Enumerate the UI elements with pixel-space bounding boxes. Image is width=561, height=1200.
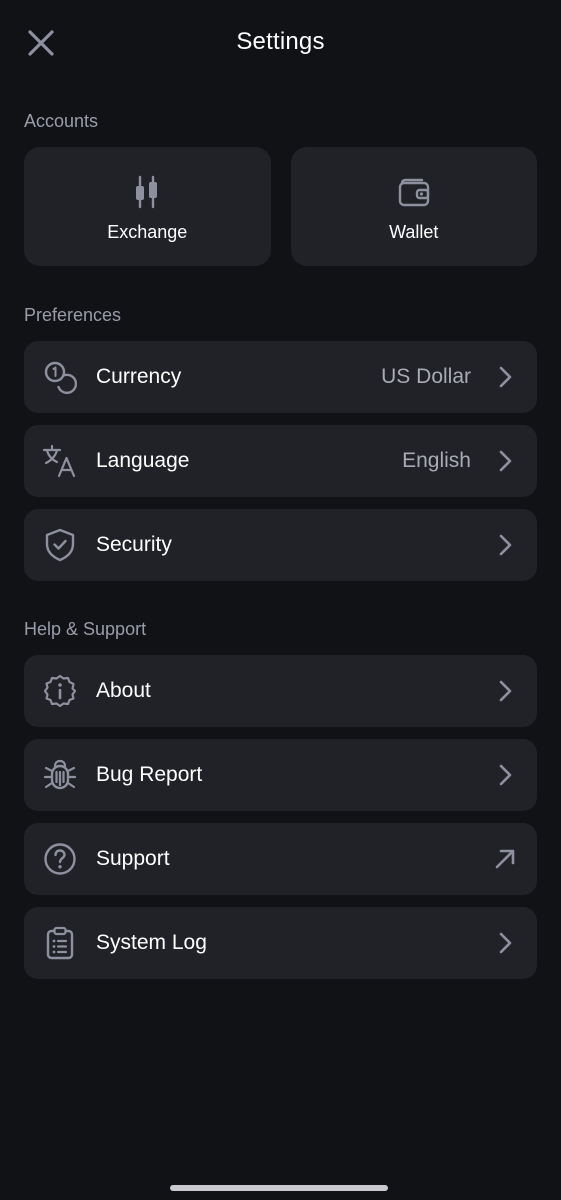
chevron-right-icon xyxy=(493,449,517,473)
list-item-support[interactable]: Support xyxy=(24,823,537,895)
section-title-preferences: Preferences xyxy=(24,305,122,325)
list-item-value: US Dollar xyxy=(381,365,471,388)
candlestick-icon xyxy=(129,174,165,210)
list-item-label: Support xyxy=(96,847,170,870)
list-item-label: About xyxy=(96,679,151,702)
header: Settings xyxy=(0,0,561,86)
arrow-up-right-icon xyxy=(493,847,517,871)
bug-icon xyxy=(42,757,78,793)
wallet-icon xyxy=(396,174,432,210)
list-item-about[interactable]: About xyxy=(24,655,537,727)
account-card-wallet[interactable]: Wallet xyxy=(290,147,537,266)
chevron-right-icon xyxy=(493,679,517,703)
list-item-value: English xyxy=(402,449,471,472)
info-badge-icon xyxy=(42,673,78,709)
list-item-security[interactable]: Security xyxy=(24,509,537,581)
translate-icon xyxy=(42,443,78,479)
settings-screen: Settings Accounts Exchange Wallet Prefer… xyxy=(0,0,561,1200)
section-title-help: Help & Support xyxy=(24,619,147,639)
list-item-label: Currency xyxy=(96,365,182,388)
list-item-label: Language xyxy=(96,449,190,472)
chevron-right-icon xyxy=(493,365,517,389)
clipboard-list-icon xyxy=(42,925,78,961)
account-card-label: Wallet xyxy=(389,222,439,242)
help-circle-icon xyxy=(42,841,78,877)
list-item-bug-report[interactable]: Bug Report xyxy=(24,739,537,811)
account-card-label: Exchange xyxy=(107,222,188,242)
list-item-label: Bug Report xyxy=(96,763,203,786)
page-title: Settings xyxy=(236,28,325,55)
home-indicator[interactable] xyxy=(170,1185,388,1191)
account-card-exchange[interactable]: Exchange xyxy=(24,147,271,266)
chevron-right-icon xyxy=(493,931,517,955)
list-item-system-log[interactable]: System Log xyxy=(24,907,537,979)
list-item-currency[interactable]: Currency US Dollar xyxy=(24,341,537,413)
list-item-label: Security xyxy=(96,533,172,556)
list-item-label: System Log xyxy=(96,931,207,954)
coins-icon xyxy=(42,359,78,395)
accounts-row: Exchange Wallet xyxy=(24,147,537,266)
list-item-language[interactable]: Language English xyxy=(24,425,537,497)
section-title-accounts: Accounts xyxy=(24,111,99,131)
shield-check-icon xyxy=(42,527,78,563)
chevron-right-icon xyxy=(493,533,517,557)
chevron-right-icon xyxy=(493,763,517,787)
